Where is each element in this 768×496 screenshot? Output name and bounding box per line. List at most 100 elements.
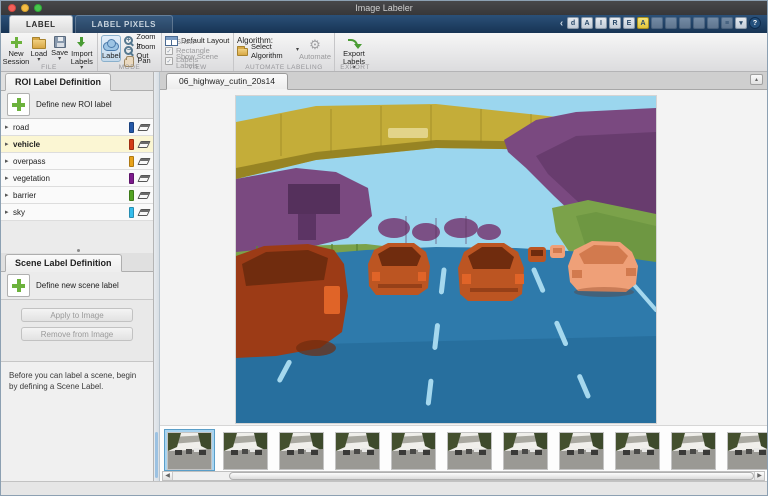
- automate-button[interactable]: ⚙ Automate: [299, 37, 331, 62]
- select-algorithm-button[interactable]: Select Algorithm ▾: [237, 42, 299, 60]
- scroll-left-icon[interactable]: ◀: [163, 472, 173, 480]
- filmstrip-scrollbar[interactable]: ◀ ▶: [162, 471, 765, 481]
- ribbon-group-automate: Algorithm: Select Algorithm ▾ ⚙ Automate…: [234, 33, 335, 71]
- filmstrip-thumbnail[interactable]: [500, 429, 551, 471]
- plus-icon: [11, 278, 26, 293]
- label-mode-button[interactable]: Label: [101, 35, 122, 62]
- load-button[interactable]: Load ▾: [28, 35, 50, 64]
- scene-help-text: Before you can label a scene, begin by d…: [1, 362, 153, 482]
- expand-arrow-icon[interactable]: ▸: [5, 157, 13, 165]
- filmstrip-zone: ◀ ▶: [160, 425, 767, 482]
- filmstrip-thumbnail[interactable]: [164, 429, 215, 471]
- qa-print-icon[interactable]: [707, 17, 719, 29]
- save-button[interactable]: Save ▾: [50, 35, 70, 63]
- expand-arrow-icon[interactable]: ▸: [5, 123, 13, 131]
- expand-arrow-icon[interactable]: ▸: [5, 174, 13, 182]
- segmentation-overlay: [236, 96, 656, 423]
- expand-arrow-icon[interactable]: ▸: [5, 140, 13, 148]
- qa-tool-r-icon[interactable]: R: [609, 17, 621, 29]
- roi-label-name: vegetation: [13, 173, 50, 183]
- qa-collapse-left-icon[interactable]: ‹: [558, 17, 565, 29]
- zoom-out-icon: [124, 46, 134, 55]
- checkbox-checked-icon: ✓: [165, 46, 173, 55]
- panel-splitter-handle[interactable]: [77, 249, 80, 252]
- qa-paste-icon[interactable]: [693, 17, 705, 29]
- filmstrip-thumbnail[interactable]: [220, 429, 271, 471]
- roi-label-row[interactable]: ▸ overpass: [1, 153, 153, 170]
- gear-icon: ⚙: [309, 37, 321, 52]
- label-color-chip[interactable]: [129, 189, 134, 201]
- pixel-brush-icon: [137, 140, 151, 148]
- ribbon: New Session Load ▾ Save ▾ Import Labels …: [1, 32, 767, 72]
- qa-tool-d-icon[interactable]: d: [567, 17, 579, 29]
- pixel-brush-icon: [137, 174, 151, 182]
- labeled-image[interactable]: [236, 96, 656, 423]
- thumbnail-image: [671, 432, 716, 470]
- qa-save-icon[interactable]: [651, 17, 663, 29]
- qa-tool-e-icon[interactable]: E: [623, 17, 635, 29]
- roi-label-row[interactable]: ▸ vehicle: [1, 136, 153, 153]
- splitter-scroll-thumb[interactable]: [155, 432, 158, 478]
- layout-grid-icon: [165, 35, 178, 46]
- zoom-out-button[interactable]: Zoom Out: [124, 42, 158, 60]
- thumbnail-image: [223, 432, 268, 470]
- document-tab[interactable]: 06_highway_cutin_20s14: [166, 73, 288, 90]
- thumbnail-image: [447, 432, 492, 470]
- pixel-brush-icon: [137, 208, 151, 216]
- qa-help-icon[interactable]: ?: [749, 17, 761, 29]
- qa-links-icon[interactable]: ≡: [721, 17, 733, 29]
- folder-icon: [237, 45, 248, 56]
- label-color-chip[interactable]: [129, 172, 134, 184]
- qa-copy-icon[interactable]: [679, 17, 691, 29]
- qa-cut-icon[interactable]: [665, 17, 677, 29]
- folder-icon: [31, 37, 46, 49]
- define-scene-label-button[interactable]: Define new scene label: [1, 272, 153, 300]
- filmstrip-thumbnail[interactable]: [332, 429, 383, 471]
- label-color-chip[interactable]: [129, 155, 134, 167]
- quick-access-toolbar: ‹ d A I R E A ≡ ▾ ?: [558, 17, 761, 29]
- thumbnail-image: [335, 432, 380, 470]
- cloud-label-icon: [103, 39, 120, 51]
- roi-label-row[interactable]: ▸ road: [1, 119, 153, 136]
- qa-dropdown-icon[interactable]: ▾: [735, 17, 747, 29]
- label-color-chip[interactable]: [129, 138, 134, 150]
- tab-label[interactable]: LABEL: [9, 15, 73, 33]
- apply-to-image-button[interactable]: Apply to Image: [21, 308, 133, 322]
- filmstrip-thumbnail[interactable]: [444, 429, 495, 471]
- filmstrip-thumbnail[interactable]: [668, 429, 719, 471]
- qa-tool-a-icon[interactable]: A: [581, 17, 593, 29]
- ribbon-group-export: Export Labels ▾ EXPORT: [335, 33, 375, 71]
- filmstrip-thumbnail[interactable]: [612, 429, 663, 471]
- define-roi-label-button[interactable]: Define new ROI label: [1, 91, 153, 119]
- tab-label-pixels[interactable]: LABEL PIXELS: [74, 15, 174, 33]
- thumbnail-image: [503, 432, 548, 470]
- scrollbar-thumb[interactable]: [229, 472, 754, 480]
- qa-tool-i-icon[interactable]: I: [595, 17, 607, 29]
- new-session-button[interactable]: New Session: [3, 35, 29, 67]
- filmstrip-thumbnail[interactable]: [724, 429, 767, 471]
- remove-from-image-button[interactable]: Remove from Image: [21, 327, 133, 341]
- filmstrip-thumbnail[interactable]: [276, 429, 327, 471]
- label-color-chip[interactable]: [129, 206, 134, 218]
- image-canvas[interactable]: [160, 90, 767, 425]
- chevron-down-icon: ▾: [58, 56, 62, 62]
- roi-label-row[interactable]: ▸ barrier: [1, 187, 153, 204]
- roi-label-row[interactable]: ▸ sky: [1, 204, 153, 221]
- qa-highlight-icon[interactable]: A: [637, 17, 649, 29]
- ribbon-collapse-icon[interactable]: ▴: [750, 74, 763, 85]
- filmstrip-thumbnail[interactable]: [388, 429, 439, 471]
- roi-panel-tab[interactable]: ROI Label Definition: [5, 73, 112, 91]
- label-color-chip[interactable]: [129, 121, 134, 133]
- pixel-brush-icon: [137, 123, 151, 131]
- document-tab-strip: 06_highway_cutin_20s14 ▴: [160, 72, 767, 90]
- expand-arrow-icon[interactable]: ▸: [5, 208, 13, 216]
- scroll-right-icon[interactable]: ▶: [754, 472, 764, 480]
- thumbnail-image: [167, 432, 212, 470]
- scene-panel-tab[interactable]: Scene Label Definition: [5, 254, 122, 272]
- roi-label-name: overpass: [13, 156, 46, 166]
- expand-arrow-icon[interactable]: ▸: [5, 191, 13, 199]
- ribbon-tabstrip: LABEL LABEL PIXELS ‹ d A I R E A ≡ ▾ ?: [1, 15, 767, 33]
- roi-label-row[interactable]: ▸ vegetation: [1, 170, 153, 187]
- thumbnail-image: [391, 432, 436, 470]
- filmstrip-thumbnail[interactable]: [556, 429, 607, 471]
